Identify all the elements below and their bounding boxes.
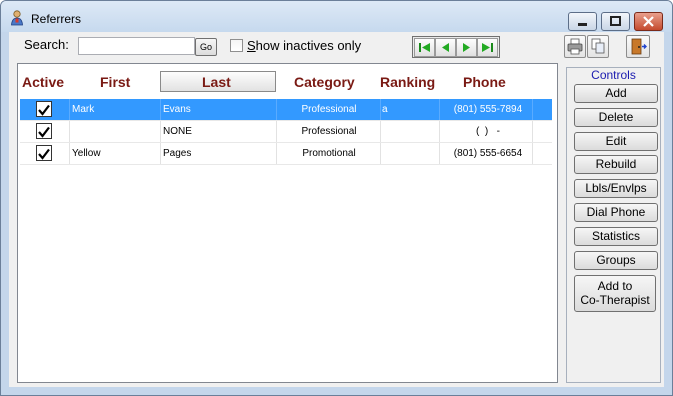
cell-ranking: a <box>382 104 388 115</box>
add-to-co-therapist-line2: Co-Therapist <box>580 293 650 307</box>
cell-ranking <box>382 143 437 164</box>
statistics-button[interactable]: Statistics <box>574 227 658 246</box>
cell-first <box>72 121 158 142</box>
rebuild-button[interactable]: Rebuild <box>574 155 658 174</box>
active-checkbox[interactable] <box>36 101 52 117</box>
minimize-icon <box>578 23 587 26</box>
edit-button[interactable]: Edit <box>574 132 658 151</box>
dialog-client-area: Search: Go Show inactives only Active Fi… <box>9 32 664 387</box>
cell-divider <box>69 143 70 164</box>
next-record-icon <box>463 43 470 52</box>
cell-first: Mark <box>72 104 95 115</box>
cell-divider <box>69 121 70 142</box>
column-header-category[interactable]: Category <box>294 74 355 90</box>
labels-envelopes-button[interactable]: Lbls/Envlps <box>574 179 658 198</box>
cell-last: Pages <box>163 148 192 159</box>
cell-divider <box>532 121 533 142</box>
cell-divider <box>532 143 533 164</box>
controls-panel: Controls Add Delete Edit Rebuild Lbls/En… <box>566 67 661 383</box>
cell-category: Professional <box>301 126 357 137</box>
last-record-icon <box>482 43 493 52</box>
column-header-ranking[interactable]: Ranking <box>380 74 435 90</box>
checkmark-icon <box>38 104 50 116</box>
cell-divider <box>380 99 381 120</box>
cell-divider <box>276 143 277 164</box>
window-title: Referrers <box>31 12 82 26</box>
cell-phone: (801) 555-6654 <box>453 148 523 159</box>
cell-divider <box>380 143 381 164</box>
cell-divider <box>160 121 161 142</box>
search-label: Search: <box>24 37 69 52</box>
cell-divider <box>439 121 440 142</box>
exit-button[interactable] <box>626 35 650 58</box>
cell-divider <box>276 121 277 142</box>
first-record-icon <box>419 43 430 52</box>
last-record-button[interactable] <box>477 38 498 57</box>
add-button[interactable]: Add <box>574 84 658 103</box>
cell-divider <box>439 143 440 164</box>
close-icon <box>643 16 654 27</box>
column-header-active[interactable]: Active <box>22 74 64 90</box>
cell-first: Yellow <box>72 148 101 159</box>
cell-category: Professional <box>301 104 357 115</box>
cell-category: Promotional <box>302 148 356 159</box>
add-to-co-therapist-button[interactable]: Add to Co-Therapist <box>574 275 656 312</box>
close-button[interactable] <box>634 12 663 31</box>
cell-ranking <box>382 121 437 142</box>
cell-divider <box>532 99 533 120</box>
printer-icon <box>567 38 583 55</box>
previous-record-button[interactable] <box>435 38 456 57</box>
cell-divider <box>276 99 277 120</box>
cell-divider <box>380 121 381 142</box>
referrers-window: Referrers Search: Go Show inactives only <box>0 0 673 396</box>
maximize-icon <box>610 16 621 26</box>
cell-divider <box>160 143 161 164</box>
copy-icon <box>591 38 605 54</box>
checkmark-icon <box>38 126 50 138</box>
groups-button[interactable]: Groups <box>574 251 658 270</box>
checkmark-icon <box>38 148 50 160</box>
person-app-icon <box>11 10 23 26</box>
table-row[interactable]: NONE Professional ( ) - <box>20 121 552 143</box>
minimize-button[interactable] <box>568 12 597 31</box>
print-button[interactable] <box>564 35 586 58</box>
cell-phone: (801) 555-7894 <box>453 104 523 115</box>
cell-divider <box>69 99 70 120</box>
show-inactives-checkbox[interactable] <box>230 39 243 52</box>
maximize-button[interactable] <box>601 12 630 31</box>
cell-last: Evans <box>163 104 191 115</box>
column-header-last[interactable]: Last <box>202 74 231 90</box>
delete-button[interactable]: Delete <box>574 108 658 127</box>
previous-record-icon <box>442 43 449 52</box>
next-record-button[interactable] <box>456 38 477 57</box>
title-bar[interactable]: Referrers <box>1 1 672 32</box>
column-header-phone[interactable]: Phone <box>463 74 506 90</box>
search-input[interactable] <box>78 37 195 55</box>
table-row[interactable]: Mark Evans Professional a (801) 555-7894 <box>20 99 552 121</box>
cell-phone: ( ) - <box>476 126 500 137</box>
referrers-grid: Active First Last Category Ranking Phone… <box>17 63 558 383</box>
first-record-button[interactable] <box>414 38 435 57</box>
dial-phone-button[interactable]: Dial Phone <box>574 203 658 222</box>
cell-divider <box>160 99 161 120</box>
record-navigation <box>412 36 500 58</box>
controls-title: Controls <box>591 68 636 82</box>
go-button[interactable]: Go <box>195 38 217 56</box>
copy-button[interactable] <box>587 35 609 58</box>
column-header-first[interactable]: First <box>100 74 130 90</box>
show-inactives-label: Show inactives only <box>247 38 362 53</box>
cell-divider <box>439 99 440 120</box>
cell-last: NONE <box>163 126 192 137</box>
table-row[interactable]: Yellow Pages Promotional (801) 555-6654 <box>20 143 552 165</box>
active-checkbox[interactable] <box>36 123 52 139</box>
add-to-co-therapist-line1: Add to <box>597 279 633 293</box>
active-checkbox[interactable] <box>36 145 52 161</box>
exit-door-icon <box>631 38 647 55</box>
